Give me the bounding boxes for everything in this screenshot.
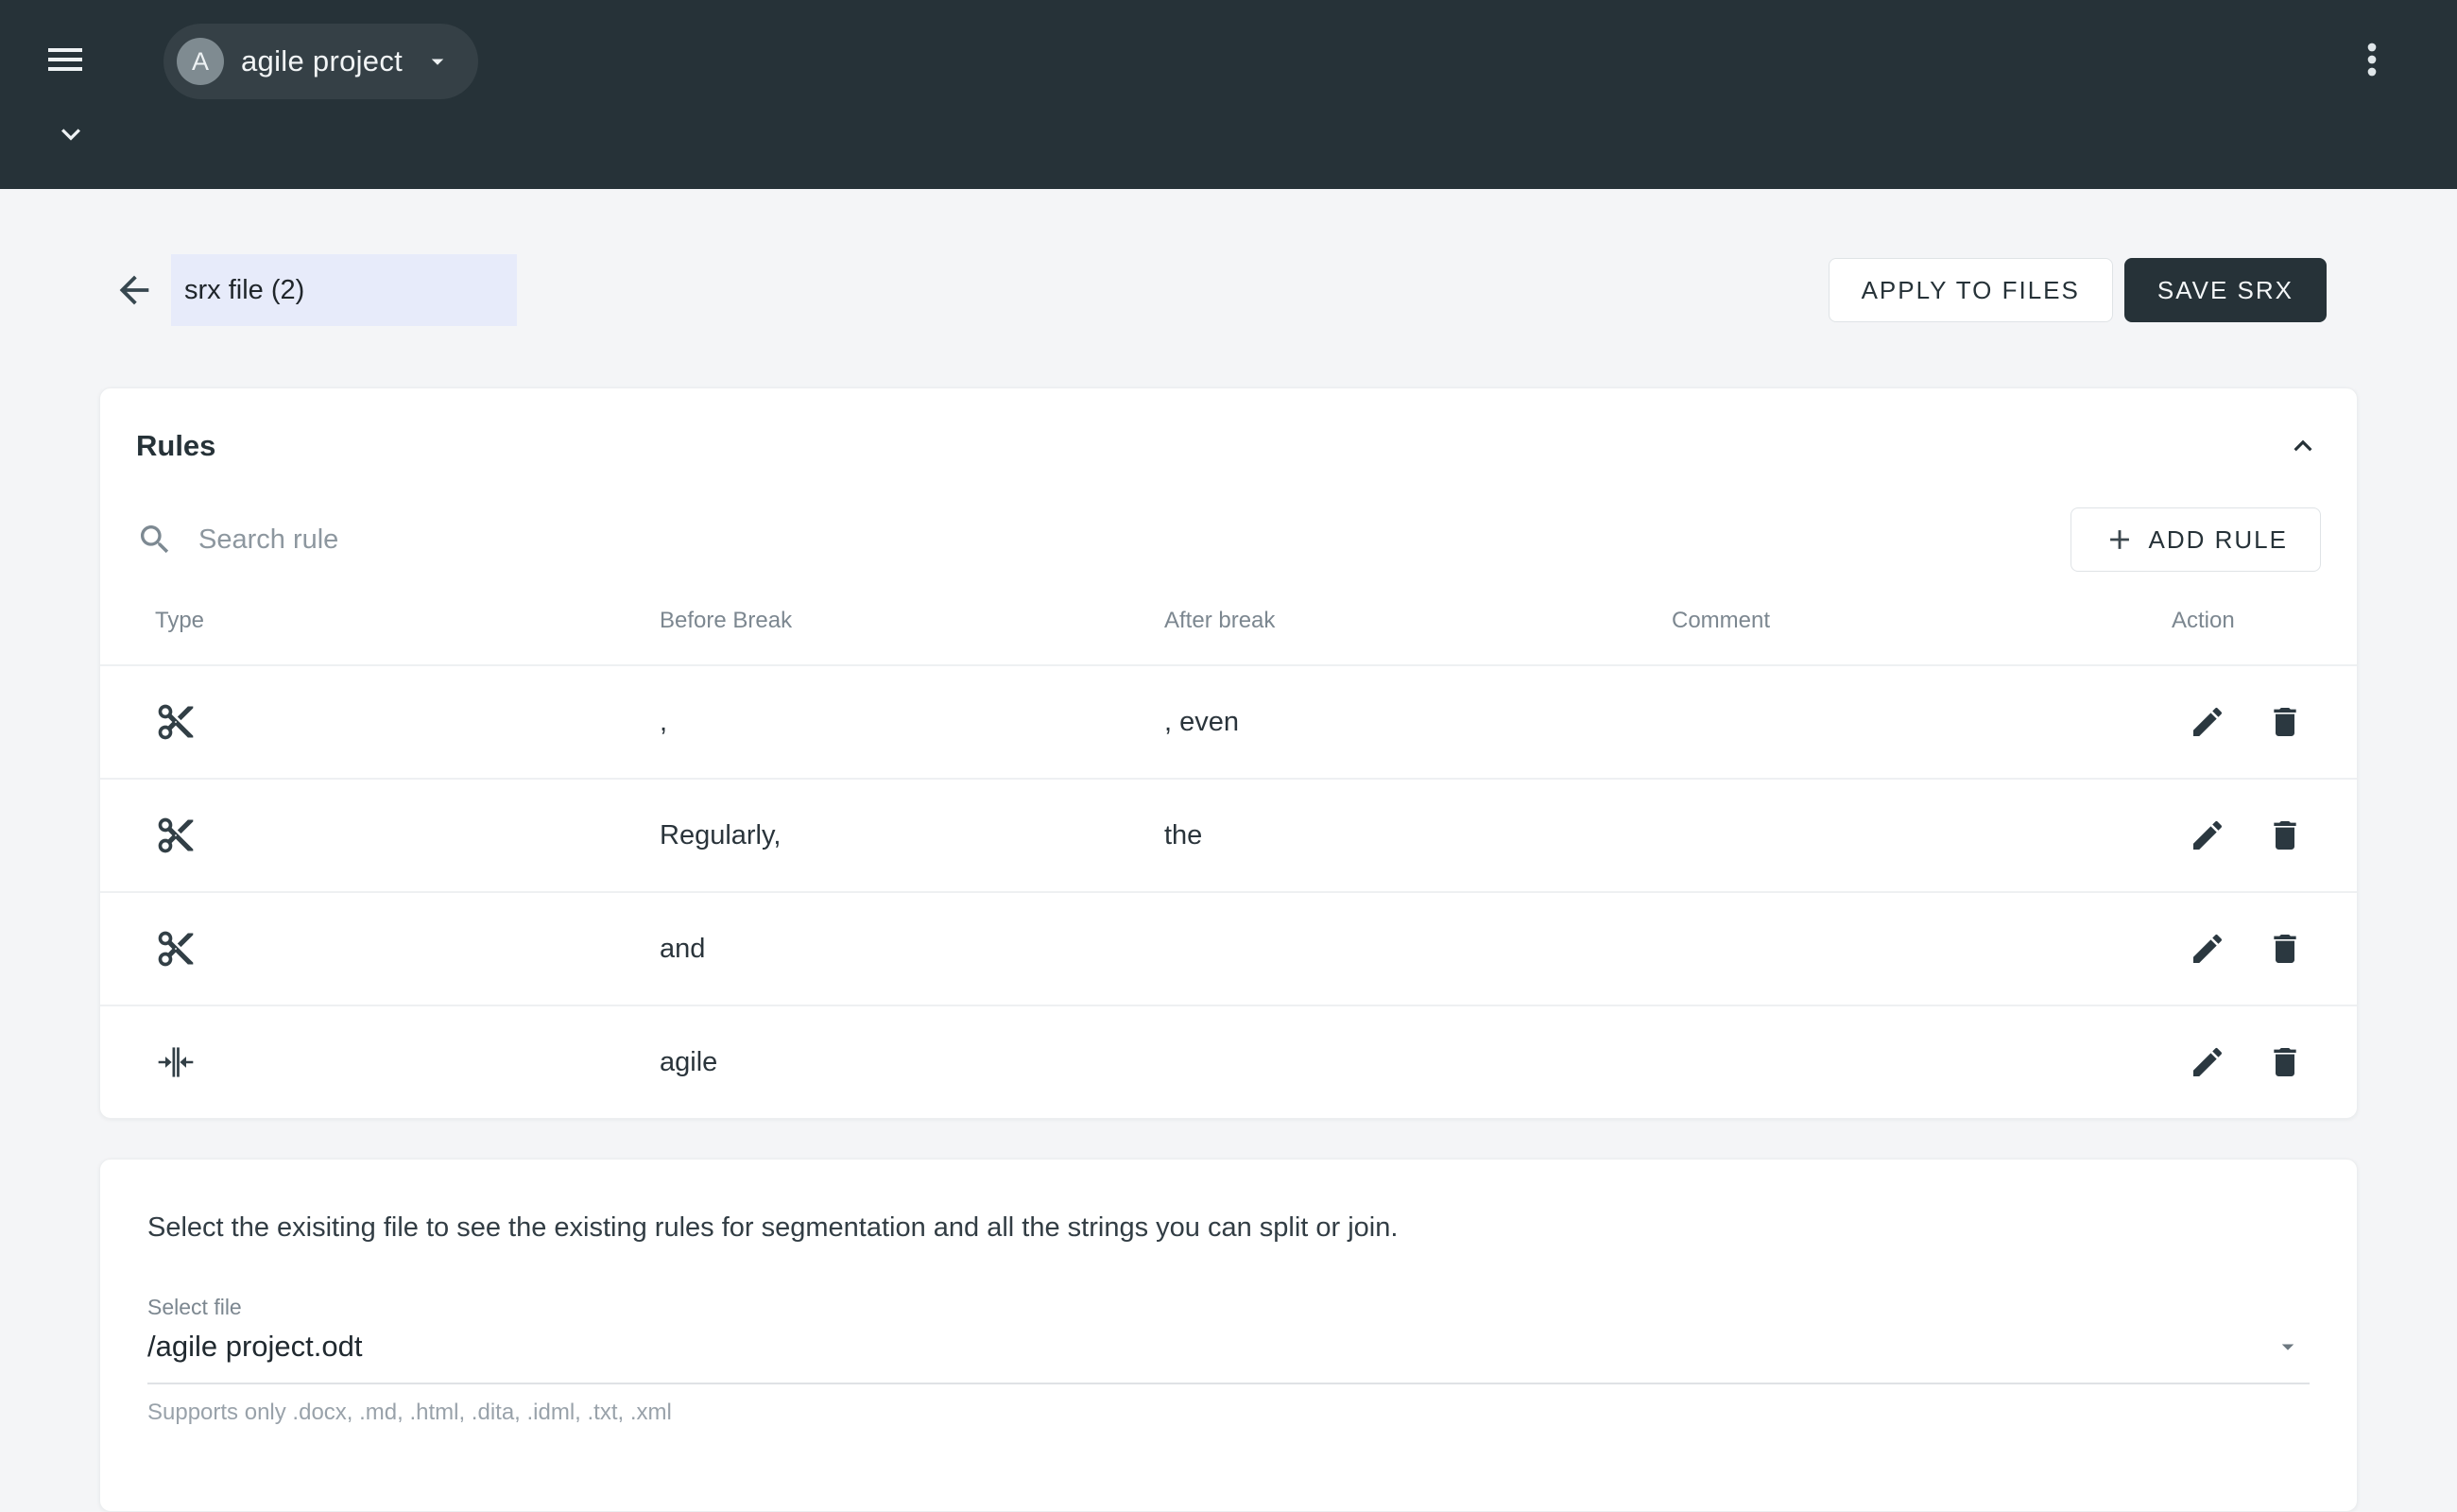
collapse-chevron-up-icon[interactable] xyxy=(2285,428,2321,464)
delete-rule-icon[interactable] xyxy=(2266,930,2304,968)
caret-down-icon xyxy=(423,47,452,76)
project-avatar: A xyxy=(177,38,224,85)
project-selector[interactable]: A agile project xyxy=(163,24,478,99)
supported-formats-text: Supports only .docx, .md, .html, .dita, … xyxy=(147,1400,2310,1426)
cut-rule-icon xyxy=(155,701,197,743)
search-icon xyxy=(136,521,174,558)
apply-to-files-button[interactable]: APPLY TO FILES xyxy=(1829,258,2113,322)
add-rule-button[interactable]: ADD RULE xyxy=(2070,507,2321,572)
file-select-dropdown[interactable]: /agile project.odt xyxy=(147,1330,2310,1384)
plus-icon xyxy=(2104,524,2136,556)
menu-icon[interactable] xyxy=(43,37,88,82)
project-name: agile project xyxy=(241,44,403,78)
rules-title: Rules xyxy=(136,429,215,463)
table-row: Regularly, the xyxy=(100,778,2357,891)
app-bar: A agile project xyxy=(0,0,2457,189)
search-rule-input[interactable] xyxy=(197,524,2070,557)
column-type: Type xyxy=(136,608,660,634)
column-action: Action xyxy=(2172,608,2322,634)
column-after-break: After break xyxy=(1164,608,1672,634)
table-row: agile xyxy=(100,1005,2357,1118)
edit-rule-icon[interactable] xyxy=(2189,1043,2226,1081)
rules-table-body: , , even Regularly, the xyxy=(100,664,2357,1118)
edit-rule-icon[interactable] xyxy=(2189,816,2226,854)
cut-rule-icon xyxy=(155,928,197,970)
rule-search-row: ADD RULE xyxy=(100,507,2357,572)
before-break-value: Regularly, xyxy=(660,820,1164,851)
before-break-value: agile xyxy=(660,1047,1164,1078)
add-rule-label: ADD RULE xyxy=(2149,525,2288,555)
chevron-down-icon[interactable] xyxy=(52,115,90,153)
before-break-value: , xyxy=(660,707,1164,738)
rules-table-header: Type Before Break After break Comment Ac… xyxy=(100,577,2357,664)
save-srx-button[interactable]: SAVE SRX xyxy=(2124,258,2327,322)
join-rule-icon xyxy=(155,1041,197,1083)
rules-card-header: Rules xyxy=(100,388,2357,464)
page-titlebar: srx file (2) APPLY TO FILES SAVE SRX xyxy=(99,253,2358,327)
main-content: srx file (2) APPLY TO FILES SAVE SRX Rul… xyxy=(0,253,2457,1512)
file-select-card: Select the exisiting file to see the exi… xyxy=(99,1159,2358,1512)
column-before-break: Before Break xyxy=(660,608,1164,634)
edit-rule-icon[interactable] xyxy=(2189,703,2226,741)
file-select-description: Select the exisiting file to see the exi… xyxy=(147,1212,2310,1244)
before-break-value: and xyxy=(660,934,1164,965)
table-row: , , even xyxy=(100,664,2357,778)
srx-file-name-field[interactable]: srx file (2) xyxy=(171,254,517,326)
table-row: and xyxy=(100,891,2357,1005)
after-break-value: , even xyxy=(1164,707,1672,738)
cut-rule-icon xyxy=(155,815,197,856)
more-options-icon[interactable] xyxy=(2347,35,2397,84)
back-arrow-icon[interactable] xyxy=(112,268,156,312)
rules-card: Rules ADD RULE Type Before Break After b… xyxy=(99,387,2358,1119)
delete-rule-icon[interactable] xyxy=(2266,1043,2304,1081)
caret-down-icon xyxy=(2274,1332,2302,1361)
select-file-label: Select file xyxy=(147,1295,2310,1320)
after-break-value: the xyxy=(1164,820,1672,851)
column-comment: Comment xyxy=(1672,608,2172,634)
titlebar-actions: APPLY TO FILES SAVE SRX xyxy=(1829,258,2327,322)
rules-table: Type Before Break After break Comment Ac… xyxy=(100,577,2357,1118)
delete-rule-icon[interactable] xyxy=(2266,703,2304,741)
edit-rule-icon[interactable] xyxy=(2189,930,2226,968)
delete-rule-icon[interactable] xyxy=(2266,816,2304,854)
selected-file-name: /agile project.odt xyxy=(147,1330,362,1364)
